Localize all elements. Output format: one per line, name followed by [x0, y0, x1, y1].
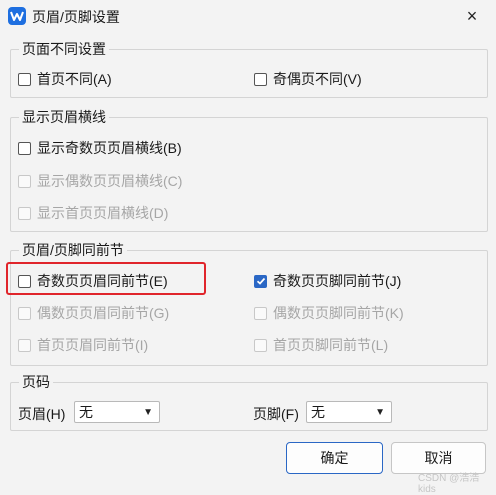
checkbox-label: 首页页眉同前节(I) — [37, 337, 149, 353]
checkbox-box — [18, 338, 31, 352]
dropdown-arrow-icon: ▼ — [375, 406, 385, 418]
ok-button[interactable]: 确定 — [286, 442, 383, 474]
select-value: 无 — [311, 404, 325, 420]
checkbox-label: 偶数页页脚同前节(K) — [273, 305, 404, 321]
checkbox-box[interactable] — [18, 72, 31, 86]
checkbox-label: 奇数页页眉同前节(E) — [37, 273, 168, 289]
group-title-page-diff: 页面不同设置 — [19, 39, 109, 59]
checkbox-odd-even-different[interactable]: 奇偶页不同(V) — [254, 69, 362, 89]
checkbox-box — [18, 206, 31, 220]
checkbox-even-header-line: 显示偶数页页眉横线(C) — [18, 171, 182, 191]
checkbox-even-footer-link-prev: 偶数页页脚同前节(K) — [254, 303, 404, 323]
group-title-header-line: 显示页眉横线 — [19, 107, 109, 127]
group-title-page-number: 页码 — [19, 372, 53, 392]
dropdown-arrow-icon: ▼ — [143, 406, 153, 418]
checkbox-box[interactable] — [18, 274, 31, 288]
checkbox-box — [18, 306, 31, 320]
checkbox-box[interactable] — [254, 72, 267, 86]
footer-number-label: 页脚(F) — [253, 406, 299, 422]
checkbox-label: 首页页脚同前节(L) — [273, 337, 389, 353]
checkbox-label: 显示偶数页页眉横线(C) — [37, 173, 183, 189]
checkbox-first-page-different[interactable]: 首页不同(A) — [18, 69, 112, 89]
checkbox-odd-header-line[interactable]: 显示奇数页页眉横线(B) — [18, 138, 182, 158]
checkbox-label: 偶数页页眉同前节(G) — [37, 305, 170, 321]
checkbox-odd-header-link-prev[interactable]: 奇数页页眉同前节(E) — [18, 271, 168, 291]
checkbox-box[interactable] — [18, 141, 31, 155]
checkbox-label: 显示首页页眉横线(D) — [37, 205, 169, 221]
title-bar: 页眉/页脚设置 × — [0, 0, 496, 32]
window-title: 页眉/页脚设置 — [32, 9, 120, 25]
checkbox-first-header-link-prev: 首页页眉同前节(I) — [18, 335, 148, 355]
select-value: 无 — [79, 404, 93, 420]
checkbox-box[interactable] — [254, 274, 267, 288]
checkbox-label: 奇偶页不同(V) — [273, 71, 362, 87]
checkbox-even-header-link-prev: 偶数页页眉同前节(G) — [18, 303, 169, 323]
checkbox-box — [18, 174, 31, 188]
checkbox-label: 奇数页页脚同前节(J) — [273, 273, 402, 289]
checkbox-first-footer-link-prev: 首页页脚同前节(L) — [254, 335, 388, 355]
checkbox-box — [254, 338, 267, 352]
checkbox-label: 显示奇数页页眉横线(B) — [37, 140, 182, 156]
header-number-label: 页眉(H) — [18, 406, 66, 422]
footer-number-select[interactable]: 无 ▼ — [306, 401, 392, 423]
checkmark-icon — [256, 277, 265, 285]
checkbox-label: 首页不同(A) — [37, 71, 112, 87]
wps-app-icon — [8, 7, 26, 25]
watermark: CSDN @浩浩kids — [418, 473, 480, 495]
checkbox-box — [254, 306, 267, 320]
checkbox-odd-footer-link-prev[interactable]: 奇数页页脚同前节(J) — [254, 271, 401, 291]
group-title-link-prev: 页眉/页脚同前节 — [19, 240, 127, 260]
header-number-select[interactable]: 无 ▼ — [74, 401, 160, 423]
checkbox-first-header-line: 显示首页页眉横线(D) — [18, 203, 168, 223]
close-icon[interactable]: × — [460, 4, 484, 28]
